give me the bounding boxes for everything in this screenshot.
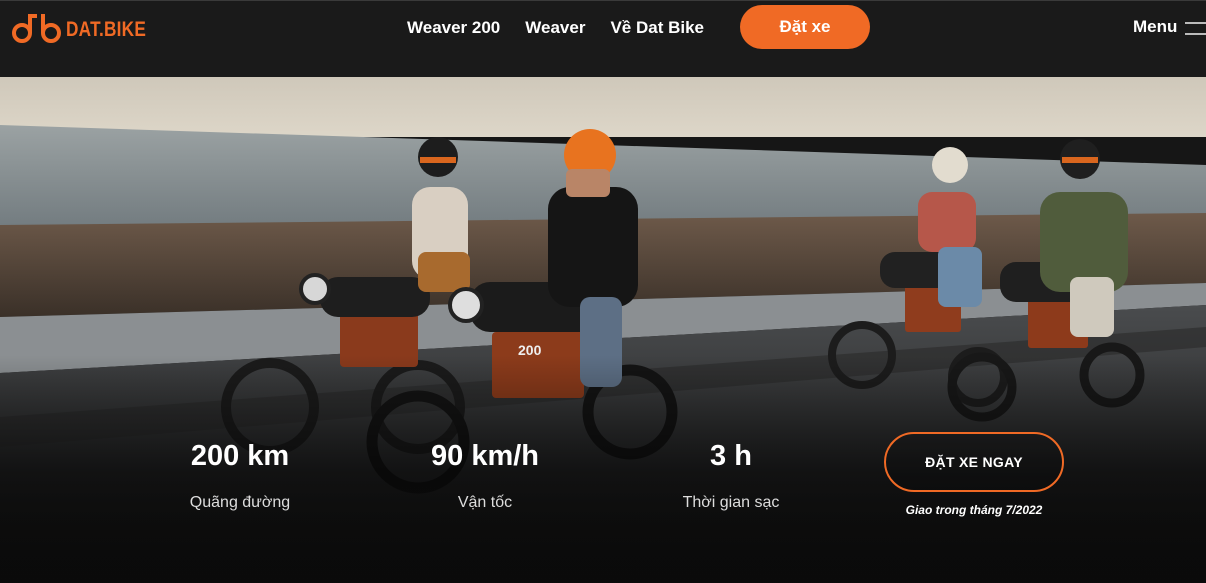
stat-speed-label: Vận tốc [457, 494, 513, 511]
nav-link-weaver[interactable]: Weaver [525, 17, 585, 39]
main-nav: Weaver 200 Weaver Về Dat Bike [407, 17, 729, 39]
menu-toggle[interactable]: Menu [1133, 17, 1206, 37]
stat-range-value: 200 km [190, 440, 290, 472]
menu-label: Menu [1133, 17, 1178, 36]
nav-link-about[interactable]: Về Dat Bike [610, 17, 704, 39]
brand-logo[interactable]: DAT.BIKE [11, 12, 164, 44]
stat-speed: 90 km/h Vận tốc [385, 439, 585, 513]
bike-logo-icon [12, 14, 61, 43]
order-nav-button[interactable]: Đặt xe [740, 5, 870, 49]
stat-range: 200 km Quãng đường [140, 439, 340, 513]
nav-link-weaver-200[interactable]: Weaver 200 [407, 17, 500, 39]
order-now-button[interactable]: ĐẶT XE NGAY [884, 432, 1064, 492]
stat-charge-time: 3 h Thời gian sạc [631, 439, 831, 513]
brand-name: DAT.BIKE [66, 17, 147, 41]
stat-range-label: Quãng đường [189, 494, 291, 511]
hero-section: 200 200 km Qu [0, 77, 1206, 583]
hamburger-icon [1185, 22, 1206, 36]
delivery-note: Giao trong tháng 7/2022 [905, 503, 1043, 517]
stat-speed-value: 90 km/h [431, 440, 539, 472]
stat-charge-label: Thời gian sạc [682, 494, 780, 511]
stat-charge-value: 3 h [710, 440, 752, 472]
top-navigation: DAT.BIKE Weaver 200 Weaver Về Dat Bike Đ… [0, 1, 1206, 77]
